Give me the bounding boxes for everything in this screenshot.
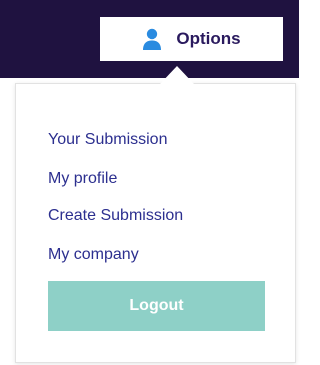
options-label: Options bbox=[176, 29, 241, 48]
dropdown-caret bbox=[160, 66, 194, 84]
menu-item-create-submission[interactable]: Create Submission bbox=[48, 206, 183, 226]
user-icon bbox=[142, 28, 162, 50]
menu-item-your-submission[interactable]: Your Submission bbox=[48, 130, 167, 150]
menu-item-my-company[interactable]: My company bbox=[48, 245, 139, 265]
logout-button[interactable]: Logout bbox=[48, 281, 265, 331]
options-button[interactable]: Options bbox=[100, 17, 283, 61]
menu-item-my-profile[interactable]: My profile bbox=[48, 169, 117, 189]
